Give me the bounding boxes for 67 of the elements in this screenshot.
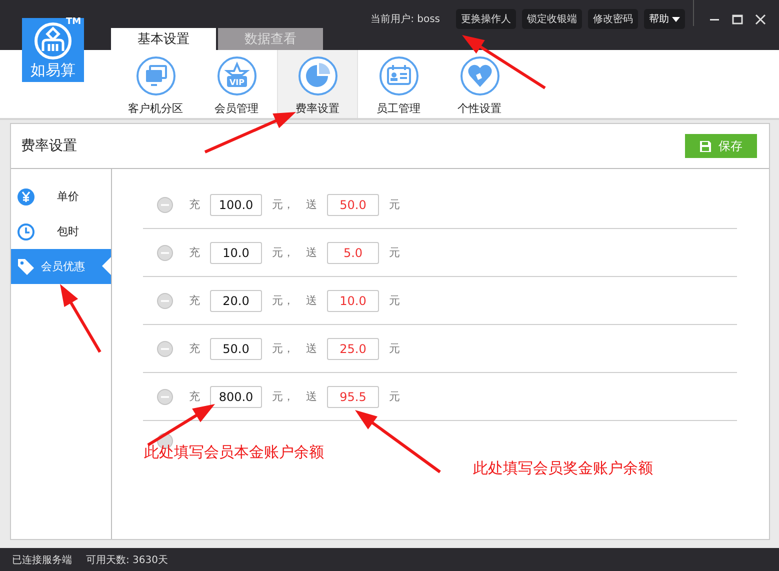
- top-bar-button[interactable]: 更换操作人: [456, 9, 516, 29]
- unit-label: 元，: [272, 245, 294, 260]
- bonus-label: 送: [306, 197, 317, 212]
- annotation-text: 此处填写会员奖金账户余额: [473, 459, 653, 478]
- bonus-amount-field[interactable]: 5.0: [327, 242, 379, 264]
- charge-amount-field[interactable]: 10.0: [210, 242, 262, 264]
- caret-icon: [672, 16, 680, 22]
- unit-label: 元: [389, 197, 400, 212]
- vip-text: VIP: [228, 78, 244, 87]
- unit-label: 元: [389, 293, 400, 308]
- available-days-text: 可用天数: 3630天: [86, 554, 168, 566]
- annotation-arrow: [60, 284, 102, 353]
- annotation-arrow: [147, 404, 215, 446]
- charge-amount-field[interactable]: 800.0: [210, 386, 262, 408]
- logo-text: 如易算: [30, 62, 76, 79]
- remove-circle-icon[interactable]: [157, 340, 173, 356]
- trademark-mark: TM: [66, 17, 82, 27]
- toolbar-item[interactable]: 个性设置: [439, 50, 520, 118]
- clock-icon: [17, 222, 35, 240]
- charge-label: 充: [189, 197, 200, 212]
- sidebar-item[interactable]: 包时: [11, 214, 111, 249]
- toolbar-item[interactable]: 费率设置: [277, 50, 358, 118]
- unit-label: 元: [389, 341, 400, 356]
- charge-label: 充: [189, 245, 200, 260]
- bonus-label: 送: [306, 389, 317, 404]
- charge-label: 充: [189, 341, 200, 356]
- charge-amount-field[interactable]: 100.0: [210, 194, 262, 216]
- bonus-label: 送: [306, 293, 317, 308]
- panel-title: 费率设置: [21, 137, 77, 155]
- bonus-label: 送: [306, 341, 317, 356]
- close-icon[interactable]: [755, 14, 766, 24]
- remove-circle-icon[interactable]: [157, 244, 173, 260]
- monitors-icon: [136, 56, 176, 96]
- charge-label: 充: [189, 293, 200, 308]
- charge-label: 充: [189, 389, 200, 404]
- maximize-icon[interactable]: [732, 14, 743, 24]
- remove-circle-icon[interactable]: [157, 196, 173, 212]
- bonus-amount-field[interactable]: 25.0: [327, 338, 379, 360]
- sidebar-item[interactable]: 单价: [11, 179, 111, 214]
- charge-amount-field[interactable]: 50.0: [210, 338, 262, 360]
- bonus-label: 送: [306, 245, 317, 260]
- id-card-icon: [378, 56, 418, 96]
- charge-amount-field[interactable]: 20.0: [210, 290, 262, 312]
- unit-label: 元: [389, 245, 400, 260]
- toolbar-item[interactable]: 员工管理: [358, 50, 439, 118]
- annotation-text: 此处填写会员本金账户余额: [144, 443, 324, 462]
- unit-label: 元，: [272, 293, 294, 308]
- remove-circle-icon[interactable]: [157, 292, 173, 308]
- unit-label: 元，: [272, 197, 294, 212]
- bonus-amount-field[interactable]: 10.0: [327, 290, 379, 312]
- tag-icon: [17, 258, 35, 276]
- unit-label: 元: [389, 389, 400, 404]
- remove-circle-icon[interactable]: [157, 388, 173, 404]
- yen-icon: [17, 188, 35, 206]
- nav-tab[interactable]: 基本设置: [111, 28, 216, 50]
- help-menu-button[interactable]: 帮助: [644, 9, 685, 29]
- top-bar-button[interactable]: 锁定收银端: [522, 9, 582, 29]
- pie-chart-icon: [298, 56, 338, 96]
- toolbar-item[interactable]: 客户机分区: [115, 50, 196, 118]
- unit-label: 元，: [272, 389, 294, 404]
- top-bar-button[interactable]: 修改密码: [588, 9, 638, 29]
- current-user-text: 当前用户: boss: [370, 12, 440, 26]
- bonus-amount-field[interactable]: 50.0: [327, 194, 379, 216]
- connection-status-text: 已连接服务端: [12, 554, 72, 566]
- bonus-amount-field[interactable]: 95.5: [327, 386, 379, 408]
- toolbar-item[interactable]: VIP 会员管理: [196, 50, 277, 118]
- unit-label: 元，: [272, 341, 294, 356]
